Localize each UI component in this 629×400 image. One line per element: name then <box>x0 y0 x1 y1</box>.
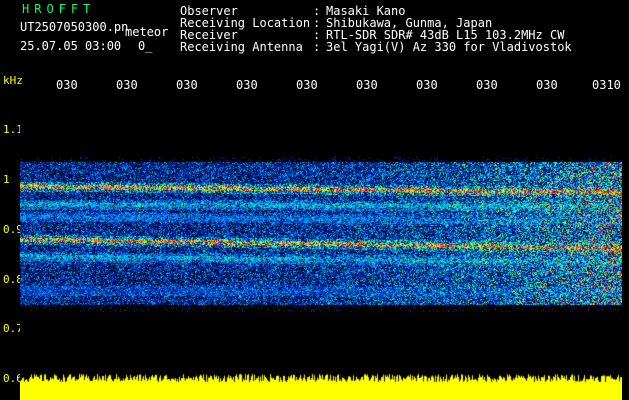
file-kind: meteor <box>125 25 169 39</box>
y-unit-label: kHz <box>3 74 23 87</box>
y-tick: 1 <box>3 173 10 186</box>
x-tick: 030 <box>56 78 78 92</box>
x-tick: 030 <box>416 78 438 92</box>
spectrogram-image <box>20 96 622 380</box>
x-tick: 030 <box>176 78 198 92</box>
x-tick: 030 <box>116 78 138 92</box>
x-tick: 030 <box>236 78 258 92</box>
x-tick: 030 <box>296 78 318 92</box>
count-value: 0_ <box>138 39 153 53</box>
antenna-value: 3el Yagi(V) Az 330 for Vladivostok <box>326 40 572 54</box>
app-name: HROFFT <box>22 2 96 16</box>
antenna-colon: : <box>313 40 321 54</box>
x-tick: 030 <box>356 78 378 92</box>
date-time: 25.07.05 03:00 <box>20 39 122 53</box>
file-name: UT2507050300.pn <box>20 20 129 34</box>
x-tick: 030 <box>476 78 498 92</box>
x-tick: 0310 <box>592 78 621 92</box>
antenna-label: Receiving Antenna <box>180 40 303 54</box>
noise-level-strip <box>20 372 622 400</box>
x-tick: 030 <box>536 78 558 92</box>
